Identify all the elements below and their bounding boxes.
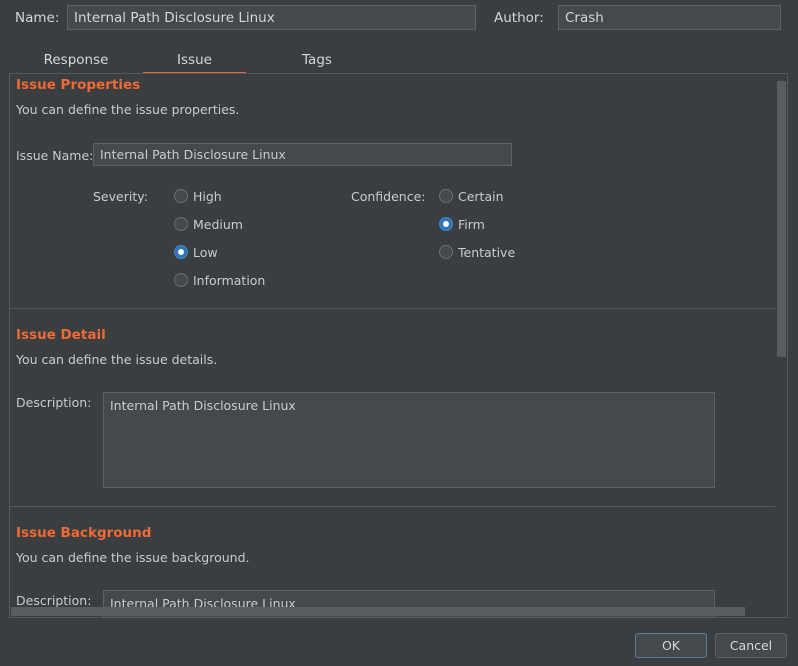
issue-name-label: Issue Name: bbox=[16, 148, 94, 163]
cancel-button[interactable]: Cancel bbox=[715, 633, 787, 658]
severity-option-label: Information bbox=[193, 272, 266, 288]
issue-detail-title: Issue Detail bbox=[16, 327, 106, 343]
horizontal-scrollbar-thumb[interactable] bbox=[11, 607, 745, 616]
radio-button-icon[interactable] bbox=[439, 189, 453, 203]
radio-button-icon[interactable] bbox=[174, 189, 188, 203]
author-input[interactable] bbox=[558, 5, 781, 30]
radio-button-selected-icon[interactable] bbox=[174, 245, 188, 259]
severity-option-label: High bbox=[193, 188, 222, 204]
confidence-radio-tentative[interactable]: Tentative bbox=[439, 243, 515, 261]
severity-radio-information[interactable]: Information bbox=[174, 271, 265, 289]
issue-properties-description: You can define the issue properties. bbox=[16, 102, 240, 117]
issue-name-input[interactable] bbox=[93, 143, 512, 166]
radio-button-icon[interactable] bbox=[174, 217, 188, 231]
confidence-label: Confidence: bbox=[351, 189, 426, 204]
severity-radio-low[interactable]: Low bbox=[174, 243, 218, 261]
confidence-radio-certain[interactable]: Certain bbox=[439, 187, 504, 205]
severity-radio-medium[interactable]: Medium bbox=[174, 215, 243, 233]
issue-properties-title: Issue Properties bbox=[16, 77, 141, 93]
issue-detail-description: You can define the issue details. bbox=[16, 352, 218, 367]
name-input[interactable] bbox=[67, 5, 476, 30]
tab-response[interactable]: Response bbox=[27, 46, 125, 74]
issue-background-field-label: Description: bbox=[16, 593, 92, 608]
confidence-radio-firm[interactable]: Firm bbox=[439, 215, 485, 233]
confidence-option-label: Tentative bbox=[458, 244, 516, 260]
issue-background-title: Issue Background bbox=[16, 525, 152, 541]
name-label: Name: bbox=[15, 10, 60, 26]
issue-background-description: You can define the issue background. bbox=[16, 550, 250, 565]
issue-panel: Issue Properties You can define the issu… bbox=[9, 73, 788, 618]
severity-option-label: Low bbox=[193, 244, 218, 260]
severity-option-label: Medium bbox=[193, 216, 243, 232]
section-divider bbox=[10, 308, 775, 309]
tab-tags[interactable]: Tags bbox=[268, 46, 366, 74]
tab-issue[interactable]: Issue bbox=[143, 46, 246, 74]
confidence-option-label: Certain bbox=[458, 188, 504, 204]
vertical-scrollbar-thumb[interactable] bbox=[777, 81, 786, 357]
ok-button[interactable]: OK bbox=[635, 633, 707, 658]
confidence-option-label: Firm bbox=[458, 216, 485, 232]
radio-button-selected-icon[interactable] bbox=[439, 217, 453, 231]
severity-label: Severity: bbox=[93, 189, 148, 204]
section-divider bbox=[10, 506, 775, 507]
issue-detail-field-label: Description: bbox=[16, 395, 92, 410]
radio-button-icon[interactable] bbox=[174, 273, 188, 287]
issue-detail-textarea[interactable]: Internal Path Disclosure Linux bbox=[103, 392, 715, 488]
severity-radio-high[interactable]: High bbox=[174, 187, 222, 205]
radio-button-icon[interactable] bbox=[439, 245, 453, 259]
author-label: Author: bbox=[494, 10, 544, 26]
vertical-scrollbar[interactable] bbox=[775, 74, 787, 606]
